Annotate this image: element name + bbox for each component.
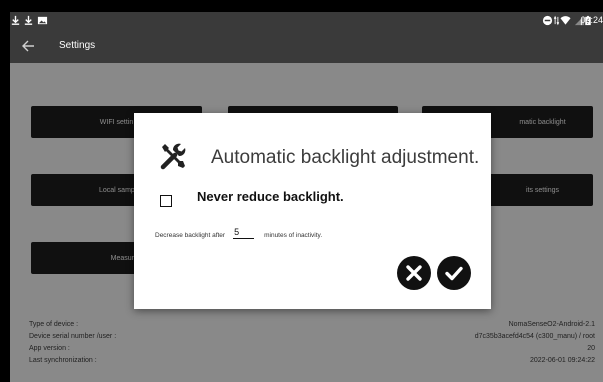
minutes-input[interactable] [233, 227, 255, 239]
confirm-button[interactable] [437, 256, 471, 290]
download-icon [11, 15, 20, 25]
status-bar: 09:24 [10, 12, 603, 30]
never-reduce-label[interactable]: Never reduce backlight. [197, 189, 344, 204]
backlight-dialog: Automatic backlight adjustment. Never re… [134, 113, 491, 309]
do-not-disturb-icon [542, 15, 553, 26]
decrease-backlight-row: Decrease backlight after minutes of inac… [155, 227, 322, 239]
wifi-icon [560, 16, 571, 25]
app-screen: 09:24 Settings WIFI settin matic backlig… [10, 12, 603, 382]
never-reduce-checkbox[interactable] [160, 195, 172, 207]
decrease-prefix: Decrease backlight after [155, 232, 226, 239]
image-icon [37, 16, 48, 25]
app-toolbar: Settings [10, 30, 603, 63]
data-transfer-icon [553, 15, 560, 26]
back-arrow-icon[interactable] [20, 38, 36, 54]
decrease-suffix: minutes of inactivity. [264, 232, 323, 239]
status-time: 09:24 [580, 15, 603, 25]
dialog-title: Automatic backlight adjustment. [211, 147, 480, 168]
check-icon [445, 266, 463, 281]
download-icon [24, 15, 33, 25]
close-icon [406, 265, 422, 281]
tools-icon [160, 143, 186, 170]
cancel-button[interactable] [397, 256, 431, 290]
page-title: Settings [59, 40, 96, 51]
